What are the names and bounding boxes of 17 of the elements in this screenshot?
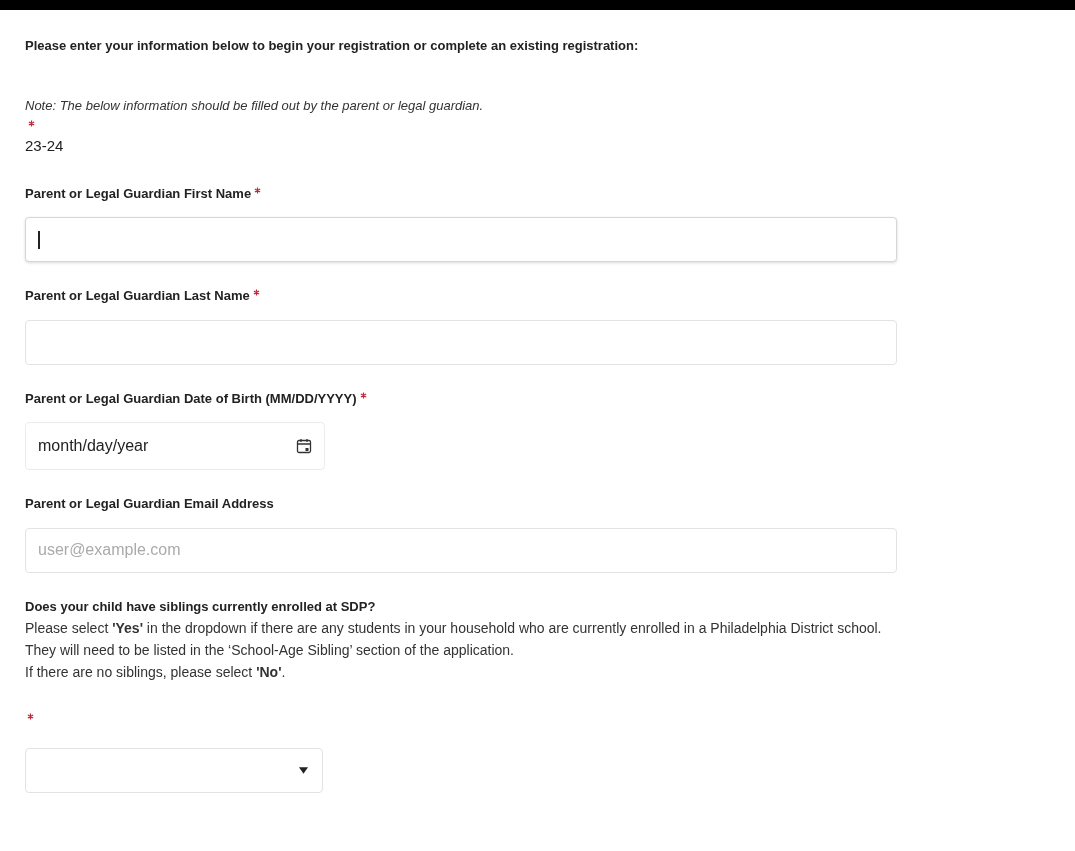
help-text: Please select 'Yes' in the dropdown if there are any students in your household who are currently enrolled in a Philadelphia District school. They will need to be listed in the ‘School-Age Sibling’ section of the application. [25,619,883,660]
instruction-text: Please enter your information below to begin your registration or complete an existing registration: [25,37,640,55]
text-input[interactable] [25,319,897,365]
field-label: Parent or Legal Guardian First Name [25,184,252,203]
field-label: Does your child have siblings currently enrolled at SDP? [25,597,376,616]
date-input[interactable]: month/day/year [25,422,325,470]
calendar-icon[interactable] [296,438,312,454]
field-label: Parent or Legal Guardian Email Address [25,495,274,513]
help-text: If there are no siblings, please select 'No'. [25,663,287,682]
field-label: Parent or Legal Guardian Last Name [25,287,250,305]
field-label: Parent or Legal Guardian Date of Birth (MM/DD/YYYY) [25,389,357,408]
text-input[interactable] [25,217,897,262]
caret-icon [299,767,308,774]
dropdown-select[interactable] [25,748,323,793]
year-text: 23-24 [25,136,65,156]
note-text: Note: The below information should be filled out by the parent or legal guardian. [25,96,485,115]
email-input[interactable]: user@example.com [25,527,897,573]
